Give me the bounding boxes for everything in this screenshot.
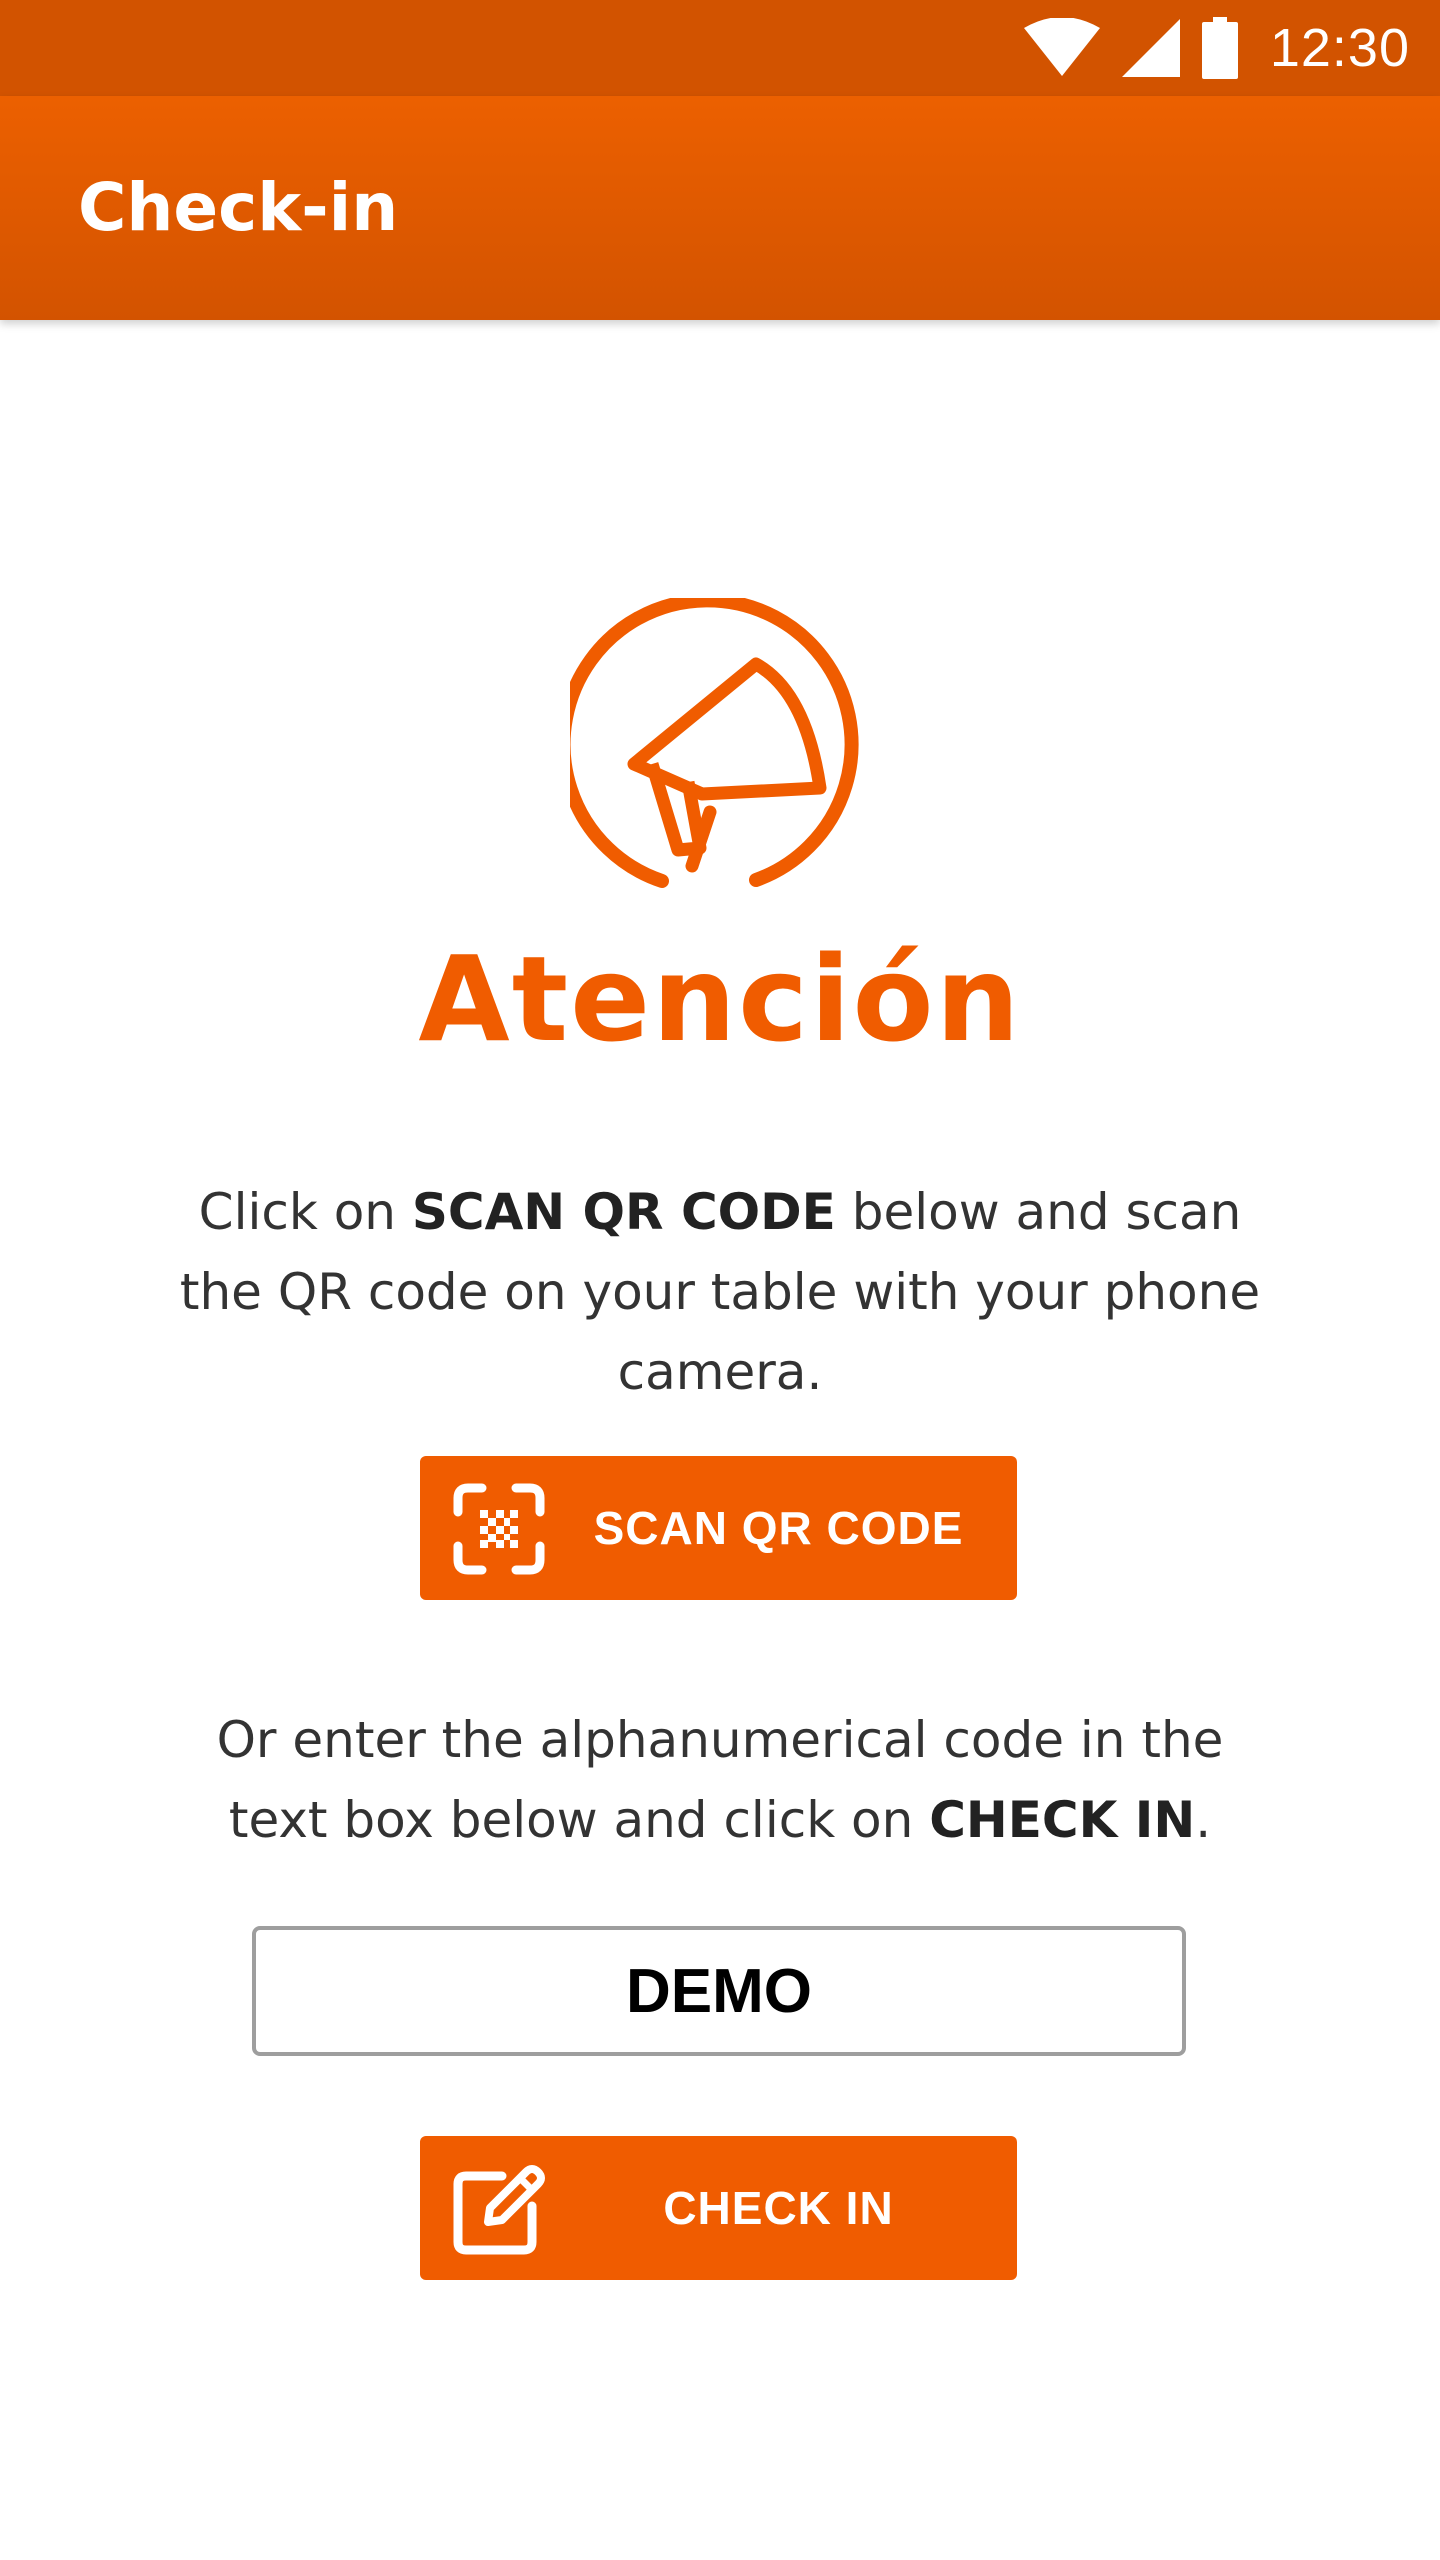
scan-instructions-text-1: Click on: [198, 1183, 412, 1241]
edit-icon: [453, 2165, 545, 2255]
status-bar: 12:30: [0, 0, 1440, 96]
code-input[interactable]: [252, 1926, 1186, 2056]
wifi-icon: [1023, 18, 1100, 76]
status-icons: 12:30: [1023, 0, 1410, 96]
check-in-label: CHECK IN: [663, 2182, 894, 2234]
status-time: 12:30: [1269, 18, 1410, 78]
code-instructions-text-2: .: [1195, 1791, 1212, 1849]
qr-scan-icon: [453, 1483, 545, 1575]
scan-qr-code-label: SCAN QR CODE: [593, 1502, 964, 1554]
scan-qr-code-button[interactable]: SCAN QR CODE: [420, 1456, 1017, 1600]
brand-name: Atención: [418, 930, 1022, 1068]
battery-icon: [1201, 17, 1238, 79]
scan-instructions: Click on SCAN QR CODE below and scan the…: [170, 1172, 1270, 1412]
page-title: Check-in: [78, 169, 399, 246]
cell-signal-icon: [1121, 19, 1180, 77]
app-bar: Check-in: [0, 96, 1440, 320]
scan-instructions-bold: SCAN QR CODE: [411, 1183, 836, 1241]
code-instructions-bold: CHECK IN: [929, 1791, 1196, 1849]
check-in-button[interactable]: CHECK IN: [420, 2136, 1017, 2280]
code-instructions: Or enter the alphanumerical code in the …: [170, 1700, 1270, 1860]
megaphone-logo-icon: [570, 598, 859, 888]
